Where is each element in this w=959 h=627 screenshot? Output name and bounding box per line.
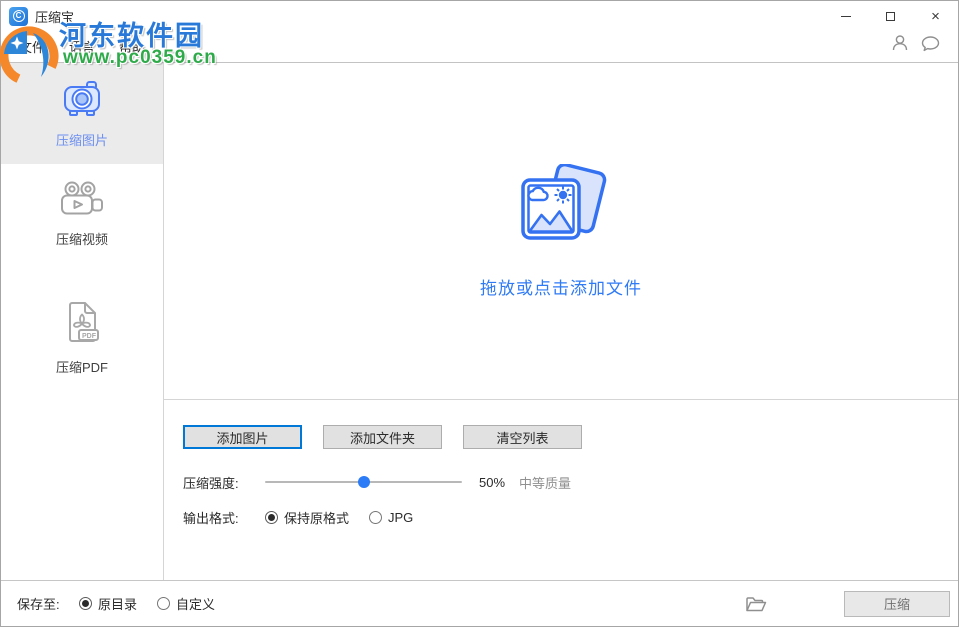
strength-value: 50% [479,475,505,490]
svg-text:PDF: PDF [82,333,97,340]
compress-settings: 添加图片 添加文件夹 清空列表 压缩强度: 50% 中等质量 输出格式: 保持原… [164,400,958,527]
sidebar-item-compress-video[interactable]: 压缩视频 [1,164,163,264]
compress-video-icon [59,180,105,216]
radio-original-directory[interactable] [79,597,92,610]
open-output-folder-button[interactable] [745,595,767,612]
feedback-chat-icon[interactable] [921,35,940,52]
user-account-icon[interactable] [891,34,909,52]
sidebar-item-label: 压缩PDF [56,357,108,376]
close-icon: × [931,9,940,24]
radio-custom-directory[interactable] [157,597,170,610]
menu-bar: 文件 语言 帮助 [1,31,958,63]
compress-pdf-icon: PDF [62,300,102,344]
title-bar: C 压缩宝 × [1,1,958,31]
sidebar-item-label: 压缩图片 [56,130,108,149]
main-panel: 拖放或点击添加文件 添加图片 添加文件夹 清空列表 压缩强度: 50% 中等质量 [164,63,958,580]
add-folder-button[interactable]: 添加文件夹 [323,425,442,449]
menu-language[interactable]: 语言 [69,37,95,56]
save-to-label: 保存至: [17,594,79,613]
clear-list-button[interactable]: 清空列表 [463,425,582,449]
format-label: 输出格式: [183,508,265,527]
sidebar: 压缩图片 压缩视频 [1,63,164,580]
add-images-button[interactable]: 添加图片 [183,425,302,449]
app-logo-icon: C [9,7,28,26]
strength-slider-thumb[interactable] [358,476,370,488]
footer-bar: 保存至: 原目录 自定义 压缩 [1,581,958,626]
sidebar-item-compress-pdf[interactable]: PDF 压缩PDF [1,288,163,388]
minimize-icon [841,16,851,17]
close-button[interactable]: × [913,1,958,31]
radio-keep-original-label[interactable]: 保持原格式 [284,508,349,527]
quality-text: 中等质量 [519,473,571,492]
folder-open-icon [745,595,767,612]
strength-slider[interactable] [265,481,462,483]
radio-original-directory-label[interactable]: 原目录 [98,594,137,613]
radio-keep-original-format[interactable] [265,511,278,524]
radio-jpg-format[interactable] [369,511,382,524]
radio-jpg-label[interactable]: JPG [388,510,413,525]
radio-custom-directory-label[interactable]: 自定义 [176,594,215,613]
sidebar-item-label: 压缩视频 [56,229,108,248]
dropzone-hint: 拖放或点击添加文件 [480,274,642,299]
minimize-button[interactable] [823,1,868,31]
file-dropzone[interactable]: 拖放或点击添加文件 [164,63,958,400]
compress-image-icon [62,79,102,117]
menu-help[interactable]: 帮助 [119,37,145,56]
window-title: 压缩宝 [35,7,74,26]
maximize-button[interactable] [868,1,913,31]
app-logo-letter: C [13,10,25,22]
sidebar-item-compress-image[interactable]: 压缩图片 [1,63,163,164]
maximize-icon [886,12,895,21]
app-window: C 压缩宝 × 文件 语言 帮助 [0,0,959,627]
menu-file[interactable]: 文件 [19,37,45,56]
window-controls: × [823,1,958,31]
strength-label: 压缩强度: [183,473,265,492]
compress-button[interactable]: 压缩 [844,591,950,617]
content-area: 压缩图片 压缩视频 [1,63,958,581]
image-drop-icon [513,164,609,250]
